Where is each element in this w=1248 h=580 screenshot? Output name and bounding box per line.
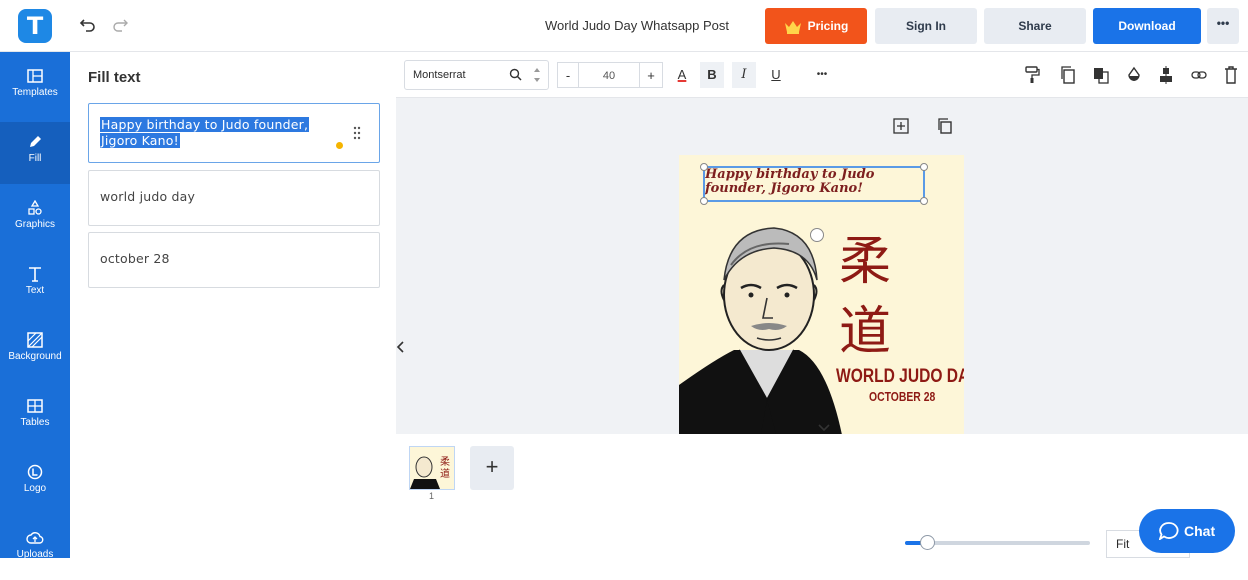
poster-date-text[interactable]: OCTOBER 28 [869,389,935,404]
spinner-arrows-icon[interactable] [533,66,541,84]
align-icon[interactable] [1158,66,1174,84]
page-thumbnail[interactable]: 柔 道 [409,446,455,490]
background-icon [0,332,70,348]
duplicate-icon[interactable] [1060,66,1076,84]
sidebar-item-label: Templates [12,87,58,98]
portrait-illustration [679,227,842,434]
resize-handle[interactable] [920,163,928,171]
kanji-character: 道 [839,302,892,362]
sidebar-item-graphics[interactable]: Graphics [0,188,70,250]
more-text-options-button[interactable]: ••• [810,62,834,88]
italic-button[interactable]: I [732,62,756,88]
chat-label: Chat [1184,523,1216,539]
bold-button[interactable]: B [700,62,724,88]
sidebar-item-uploads[interactable]: Uploads [0,518,70,580]
templates-icon [0,68,70,84]
poster-design[interactable]: 柔 道 Happy birthday to Judo founder, Jigo… [679,155,964,434]
pencil-icon [0,134,70,150]
app-logo[interactable]: T [18,9,52,43]
chat-bubble-icon [1159,522,1179,540]
rotate-handle-icon[interactable] [810,228,824,242]
crown-icon [784,20,802,34]
zoom-fit-label: Fit [1116,537,1130,551]
text-selection-box[interactable] [700,163,928,205]
page-number: 1 [429,491,435,501]
text-color-button[interactable]: A [672,62,692,88]
sidebar-item-logo[interactable]: Logo [0,452,70,514]
sidebar-item-text[interactable]: Text [0,254,70,316]
sidebar-item-tables[interactable]: Tables [0,386,70,448]
font-family-select[interactable]: Montserrat [404,60,549,90]
opacity-icon[interactable] [1126,66,1142,84]
increase-font-size-button[interactable]: + [639,62,663,88]
selected-text-line-2: Jigoro Kano! [100,133,180,148]
status-dot-icon [336,142,343,149]
undo-icon[interactable] [78,15,98,35]
sidebar-item-label: Fill [28,153,42,164]
add-element-icon[interactable] [893,118,909,134]
add-page-button[interactable]: + [470,446,514,490]
paint-roller-icon[interactable] [1024,66,1040,84]
delete-icon[interactable] [1224,66,1238,84]
sidebar-item-label: Text [25,285,45,296]
document-title[interactable]: World Judo Day Whatsapp Post [545,18,729,33]
text-color-letter: A [677,67,687,82]
sign-in-button[interactable]: Sign In [875,8,977,44]
share-button[interactable]: Share [984,8,1086,44]
table-icon [0,398,70,414]
zoom-slider-handle[interactable] [920,535,935,550]
selected-text-line-1: Happy birthday to Judo founder, [100,117,310,132]
pricing-button[interactable]: Pricing [765,8,867,44]
panel-title: Fill text [88,69,141,86]
resize-handle[interactable] [920,197,928,205]
fill-text-field-title[interactable]: world judo day [88,170,380,226]
search-icon [509,68,522,81]
chat-button[interactable]: Chat [1139,509,1235,553]
kanji-character: 柔 [839,232,892,292]
font-family-value: Montserrat [413,69,466,81]
drag-handle-icon[interactable] [353,126,361,140]
fill-text-field-date[interactable]: october 28 [88,232,380,288]
shapes-icon [0,200,70,216]
sidebar: Templates Fill Graphics Text Background … [0,52,70,560]
sidebar-item-label: Tables [20,417,50,428]
svg-text:柔: 柔 [440,456,450,468]
download-button[interactable]: Download [1093,8,1201,44]
redo-icon[interactable] [110,15,130,35]
decrease-font-size-button[interactable]: - [557,62,579,88]
pricing-label: Pricing [807,19,849,33]
fill-text-field-headline[interactable]: Happy birthday to Judo founder, Jigoro K… [88,103,380,163]
sidebar-item-background[interactable]: Background [0,320,70,382]
judo-kanji: 柔 道 [839,227,899,367]
more-options-button[interactable]: ••• [1207,8,1239,44]
fill-text-value: world judo day [100,189,196,204]
sidebar-item-label: Graphics [14,219,55,230]
top-bar: T World Judo Day Whatsapp Post Pricing S… [0,0,1248,52]
text-icon [0,266,70,282]
resize-handle[interactable] [700,163,708,171]
underline-button[interactable]: U [764,62,788,88]
link-icon[interactable] [1191,66,1207,84]
sidebar-item-fill[interactable]: Fill [0,122,70,184]
design-canvas-area: 柔 道 Happy birthday to Judo founder, Jigo… [396,98,1248,434]
chevron-down-icon[interactable] [816,422,832,434]
sidebar-item-label: Logo [23,483,47,494]
copy-page-icon[interactable] [937,118,953,134]
upload-cloud-icon [0,530,70,546]
text-toolbar: Montserrat - 40 + A B I U ••• [396,52,1248,98]
fill-text-panel: Fill text Happy birthday to Judo founder… [70,52,396,558]
poster-title-text[interactable]: WORLD JUDO DAY [836,366,964,388]
logo-icon [0,464,70,480]
resize-handle[interactable] [700,197,708,205]
svg-text:道: 道 [440,467,450,480]
sidebar-item-label: Uploads [16,549,54,560]
sidebar-item-templates[interactable]: Templates [0,56,70,118]
collapse-panel-icon[interactable] [396,338,406,356]
font-size-input[interactable]: 40 [579,62,639,88]
fill-text-value: Happy birthday to Judo founder, Jigoro K… [100,117,310,149]
layer-order-icon[interactable] [1093,66,1109,84]
fill-text-value: october 28 [100,251,170,266]
sidebar-item-label: Background [8,351,62,362]
